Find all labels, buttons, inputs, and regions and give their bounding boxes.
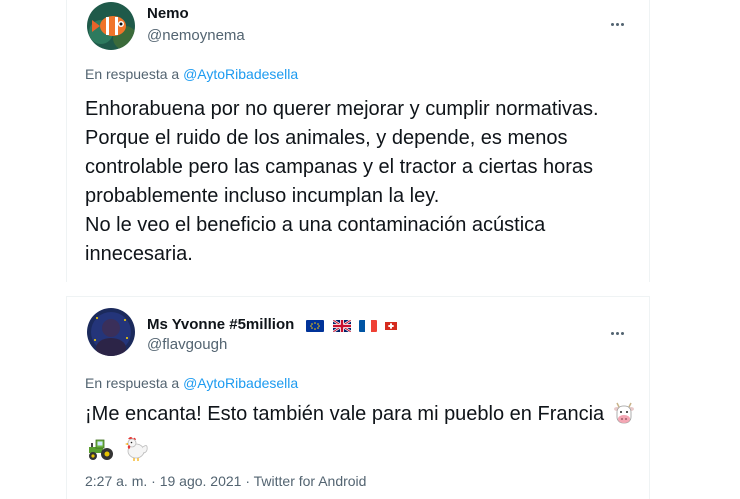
tweet-card: Nemo @nemoynema En respuesta a @AytoRiba… (66, 0, 650, 282)
tweet-metadata[interactable]: 2:27 a. m. · 19 ago. 2021 · Twitter for … (85, 473, 366, 489)
avatar[interactable] (87, 2, 135, 50)
flags-group (306, 317, 401, 334)
more-options-icon[interactable] (611, 13, 631, 26)
display-name[interactable]: Ms Yvonne #5million (147, 316, 294, 333)
reply-mention-link[interactable]: @AytoRibadesella (183, 66, 298, 82)
rooster-icon (123, 435, 149, 470)
reply-context: En respuesta a @AytoRibadesella (85, 66, 298, 82)
france-flag-icon (358, 319, 377, 332)
reply-prefix: En respuesta a (85, 375, 180, 391)
more-options-icon[interactable] (611, 322, 631, 335)
tweet-text: ¡Me encanta! Esto también vale para mi p… (85, 400, 640, 470)
display-name-row[interactable]: Ms Yvonne #5million (147, 316, 401, 334)
display-name[interactable]: Nemo (147, 5, 189, 22)
reply-prefix: En respuesta a (85, 66, 180, 82)
tweet-paragraph: Enhorabuena por no querer mejorar y cump… (85, 98, 599, 207)
reply-mention-link[interactable]: @AytoRibadesella (183, 375, 298, 391)
user-handle[interactable]: @nemoynema (147, 27, 245, 44)
switzerland-flag-icon (384, 321, 397, 330)
uk-flag-icon (332, 319, 351, 332)
tweet-card: Ms Yvonne #5million @flavgough En respue… (66, 296, 650, 499)
avatar[interactable] (87, 308, 135, 356)
tweet-paragraph: No le veo el beneficio a una contaminaci… (85, 214, 546, 265)
tweet-text: Enhorabuena por no querer mejorar y cump… (85, 95, 640, 269)
cow-face-icon (612, 402, 636, 435)
tweet-paragraph: ¡Me encanta! Esto también vale para mi p… (85, 403, 605, 425)
reply-context: En respuesta a @AytoRibadesella (85, 375, 298, 391)
eu-flag-icon (306, 319, 325, 332)
tractor-icon (87, 437, 115, 470)
user-handle[interactable]: @flavgough (147, 336, 227, 353)
